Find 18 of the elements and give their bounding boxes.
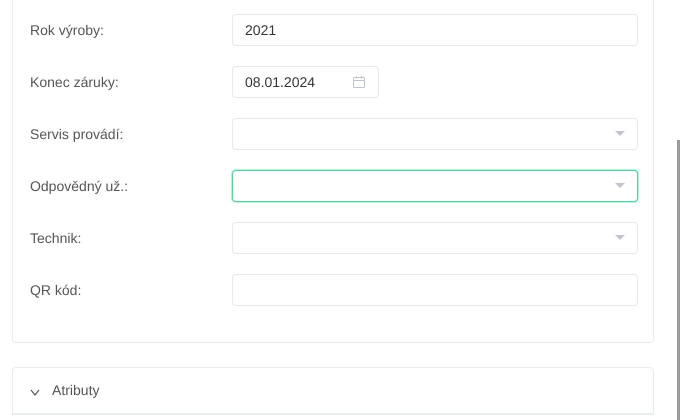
caret-icon bbox=[615, 235, 625, 241]
field-label: Technik: bbox=[29, 228, 82, 248]
select-field[interactable] bbox=[232, 170, 638, 202]
field-label: Servis provádí: bbox=[29, 124, 124, 144]
field-label: QR kód: bbox=[29, 280, 82, 300]
scrollbar-thumb[interactable] bbox=[677, 140, 680, 420]
text-field[interactable] bbox=[232, 274, 638, 306]
field-label: Rok výroby: bbox=[29, 20, 105, 40]
caret-icon bbox=[615, 183, 625, 189]
chevron-icon bbox=[30, 389, 40, 396]
caret-icon bbox=[615, 131, 625, 137]
date-value: 08.01.2024 bbox=[245, 72, 316, 92]
date-field[interactable]: 08.01.2024 bbox=[232, 66, 379, 98]
field-label: Konec záruky: bbox=[29, 72, 120, 92]
calendar-icon bbox=[352, 75, 366, 89]
text-field[interactable]: 2021 bbox=[232, 14, 638, 46]
field-label: Odpovědný už.: bbox=[29, 176, 130, 196]
section-header[interactable]: Atributy bbox=[13, 368, 653, 414]
